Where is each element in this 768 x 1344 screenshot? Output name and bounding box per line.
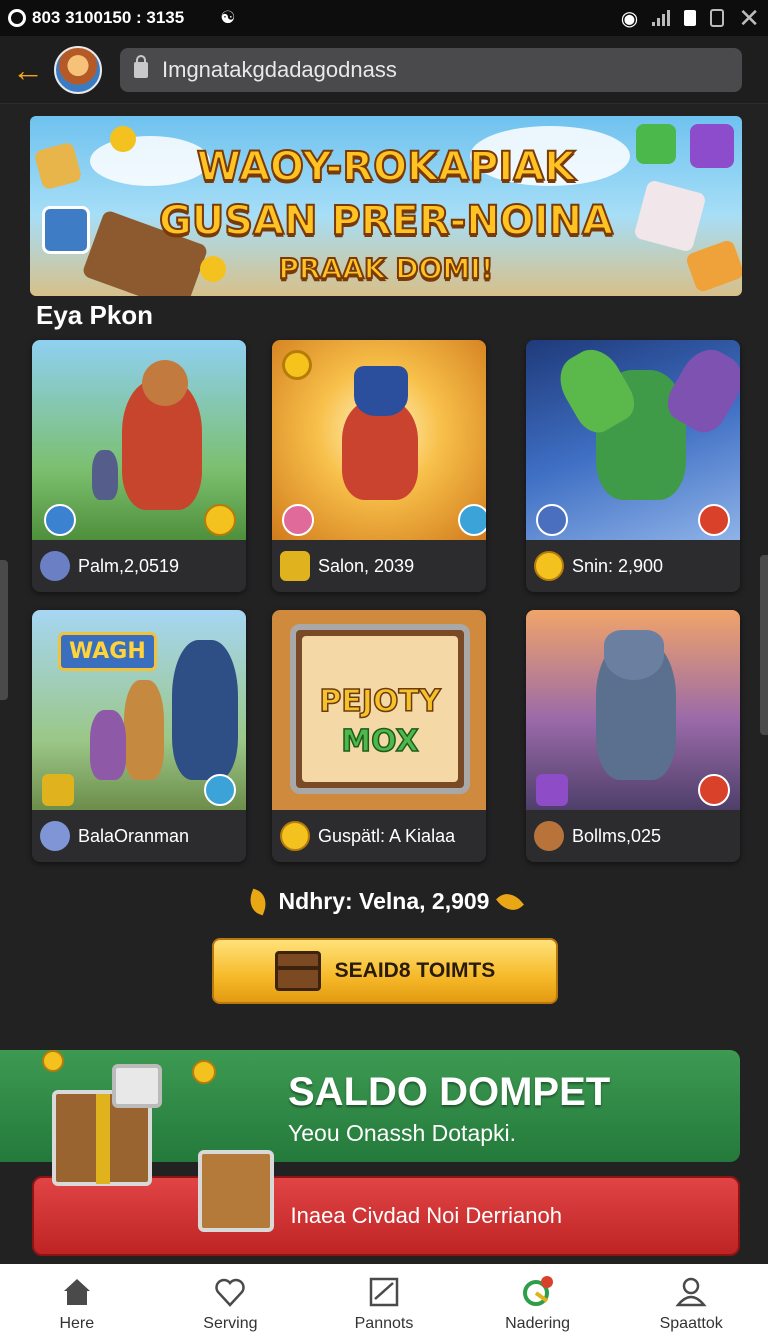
banner-headline-3: PRAAK DOMI! (278, 251, 495, 286)
browser-address-bar: ← Imgnatakgdadagodnass (0, 36, 768, 104)
app-notification-icon: ☯ (220, 8, 236, 27)
nav-label: Spaattok (659, 1315, 723, 1332)
side-scroll-handle-right[interactable] (760, 555, 768, 735)
character-helmet (354, 366, 408, 416)
section-title: Eya Pkon (36, 300, 154, 330)
coin-decoration (282, 350, 312, 380)
game-card[interactable]: Snin: 2,900 (526, 340, 740, 592)
game-thumbnail: PEJOTY MOX (272, 610, 486, 810)
heart-icon (215, 1278, 246, 1307)
nav-label: Here (59, 1315, 95, 1332)
reward-text: Ndhry: Velna, 2,909 (278, 888, 490, 914)
nav-label: Pannots (354, 1315, 414, 1332)
badge-icon (204, 774, 236, 806)
game-card-label: Bollms,025 (572, 825, 662, 846)
badge-icon (282, 504, 314, 536)
gamer-icon (40, 551, 70, 581)
puzzle-title-1: PEJOTY (319, 683, 442, 720)
nav-label: Nadering (505, 1315, 571, 1332)
lock-icon (134, 54, 148, 78)
game-card[interactable]: Palm,2,0519 (32, 340, 246, 592)
badge-icon (42, 774, 74, 806)
status-bar: 803 3100150 : 3135 ☯ ◉ ✕ (0, 0, 768, 36)
home-icon (63, 1279, 90, 1305)
coin-icon (534, 551, 564, 581)
leaf-icon (245, 888, 270, 915)
fox-icon (534, 821, 564, 851)
puzzle-title-2: MOX (341, 723, 420, 760)
wallet-balance-subtitle: Yeou Onassh Dotapki. (288, 1120, 517, 1146)
record-icon (8, 9, 26, 27)
reward-info: Ndhry: Velna, 2,909 (0, 887, 768, 916)
game-card[interactable]: WAGH BalaOranman (32, 610, 246, 862)
game-card[interactable]: PEJOTY MOX Guspätl: A Kialaa (272, 610, 486, 862)
nav-spaattok[interactable]: Spaattok (631, 1275, 751, 1333)
nav-label: Serving (203, 1315, 258, 1332)
game-card-label: Snin: 2,900 (572, 555, 664, 576)
chest-cube (112, 1064, 162, 1108)
coin-badge-icon (204, 504, 236, 536)
question-badge-icon (44, 504, 76, 536)
back-arrow-icon[interactable]: ← (12, 54, 46, 86)
badge-icon (458, 504, 486, 536)
wallet-balance-title: SALDO DOMPET (288, 1070, 611, 1114)
game-thumbnail (272, 340, 486, 540)
coin-icon (280, 821, 310, 851)
chest-icon (274, 951, 321, 991)
banner-headline-1: WAOY-ROKAPIAK (196, 143, 576, 191)
badge-icon (536, 504, 568, 536)
badge-icon (698, 774, 730, 806)
deposit-button-label: Inaea Civdad Noi Derrianoh (290, 1203, 563, 1228)
nav-serving[interactable]: Serving (170, 1275, 290, 1333)
game-card[interactable]: Bollms,025 (526, 610, 740, 862)
nav-pannots[interactable]: Pannots (324, 1275, 444, 1333)
monster-head (604, 630, 664, 680)
wifi-icon: ◉ (620, 7, 639, 30)
game-card-label: Palm,2,0519 (78, 555, 180, 576)
profile-icon (675, 1277, 707, 1307)
character-figure (90, 710, 126, 780)
avatar[interactable] (54, 45, 102, 94)
game-card-label: Guspätl: A Kialaa (318, 825, 456, 846)
badge-icon (698, 504, 730, 536)
url-text: Imgnatakgdadagodnass (162, 56, 397, 82)
promo-banner[interactable]: WAOY-ROKAPIAK GUSAN PRER-NOINA PRAAK DOM… (30, 116, 742, 296)
battery-icon (684, 10, 697, 26)
chest-ribbon (96, 1094, 110, 1184)
close-icon[interactable]: ✕ (738, 3, 760, 34)
nav-nadering[interactable]: Nadering (478, 1275, 598, 1333)
coin-decoration (192, 1060, 216, 1084)
search-button[interactable]: SEAID8 TOIMTS (212, 938, 558, 1004)
nav-home[interactable]: Here (17, 1275, 137, 1333)
signal-icon (652, 10, 671, 26)
character-head (142, 360, 188, 406)
status-time: 803 3100150 : 3135 (32, 8, 185, 27)
character-figure (92, 450, 118, 500)
treasure-chest-illustration (42, 1050, 274, 1232)
character-figure (172, 640, 238, 780)
side-scroll-handle-left[interactable] (0, 560, 8, 700)
game-card-label: BalaOranman (78, 825, 190, 846)
leaf-icon (496, 887, 525, 916)
wagh-sign: WAGH (58, 632, 157, 671)
chart-icon (369, 1277, 399, 1307)
url-field[interactable]: Imgnatakgdadagodnass (120, 47, 742, 92)
game-card-label: Salon, 2039 (318, 555, 415, 576)
notification-icon (522, 1276, 553, 1306)
bottom-navigation: Here Serving Pannots Nadering Spaattok (0, 1264, 768, 1344)
vibrate-icon (710, 9, 725, 27)
gear-coin-icon (280, 551, 310, 581)
game-thumbnail (32, 340, 246, 540)
game-card[interactable]: Salon, 2039 (272, 340, 486, 592)
banner-headline-2: GUSAN PRER-NOINA (158, 197, 614, 245)
character-figure (124, 680, 164, 780)
badge-icon (536, 774, 568, 806)
character-icon (40, 821, 70, 851)
coin-decoration (42, 1050, 64, 1072)
game-thumbnail (526, 340, 740, 540)
game-thumbnail (526, 610, 740, 810)
search-button-label: SEAID8 TOIMTS (334, 959, 496, 982)
game-thumbnail: WAGH (32, 610, 246, 810)
chest-box-small (198, 1150, 274, 1232)
